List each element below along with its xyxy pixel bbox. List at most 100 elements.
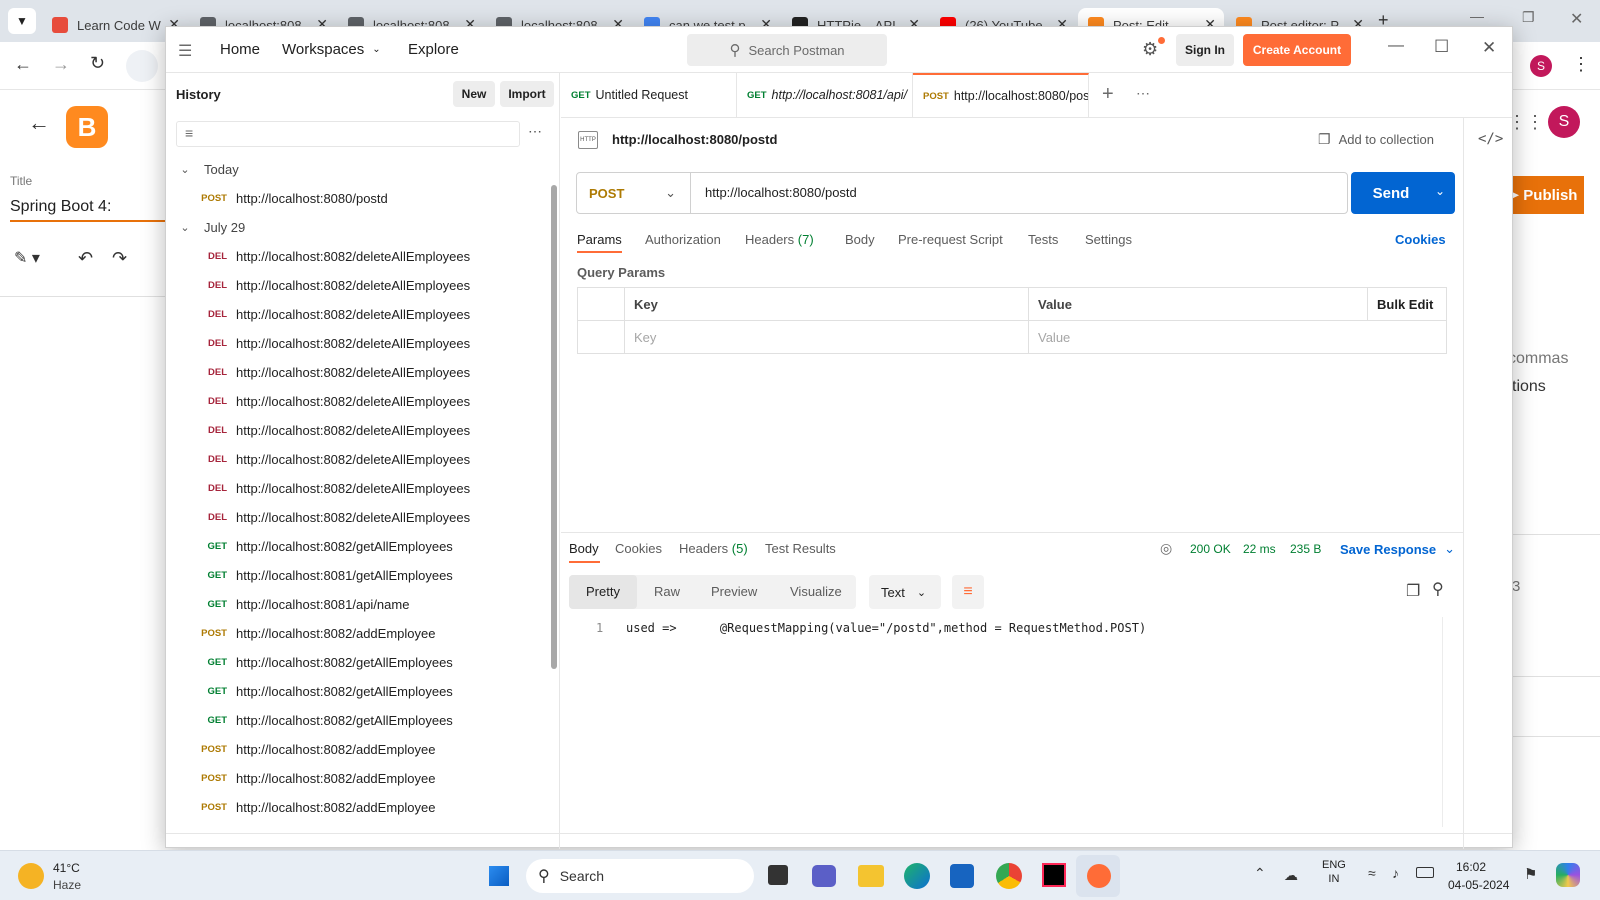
close-icon[interactable]: ✕ <box>1482 38 1496 58</box>
history-item[interactable]: GET http://localhost:8081/api/name <box>166 590 542 619</box>
format-select[interactable]: Text ⌄ <box>869 575 941 609</box>
edit-pen-icon[interactable]: ✎ ▾ <box>14 248 40 268</box>
request-tab[interactable]: Pre-request Script <box>898 232 1003 247</box>
request-tab[interactable]: Params <box>577 232 622 247</box>
undo-icon[interactable]: ↶ <box>78 248 93 269</box>
edge-icon[interactable] <box>904 863 930 889</box>
search-icon[interactable]: ⚲ <box>1432 579 1444 599</box>
taskbar-search[interactable]: ⚲ Search <box>526 859 754 893</box>
view-option[interactable]: Preview <box>711 584 757 599</box>
nav-workspaces[interactable]: Workspaces ⌄ <box>282 41 381 58</box>
file-explorer-icon[interactable] <box>858 865 884 887</box>
apps-grid-icon[interactable]: ⋮⋮ <box>1508 112 1544 133</box>
history-item[interactable]: POST http://localhost:8082/addEmployee <box>166 764 542 793</box>
tab-list-button[interactable]: ▼ <box>8 8 36 34</box>
response-tab[interactable]: Headers (5) <box>679 541 748 556</box>
request-tab[interactable]: Headers (7) <box>745 232 814 247</box>
store-icon[interactable] <box>950 864 974 888</box>
history-item[interactable]: GET http://localhost:8082/getAllEmployees <box>166 532 542 561</box>
clock-date[interactable]: 04-05-2024 <box>1448 878 1509 892</box>
chevron-down-icon[interactable]: ⌄ <box>1435 184 1445 198</box>
wifi-icon[interactable]: ≈ <box>1368 865 1376 881</box>
bulk-edit-link[interactable]: Bulk Edit <box>1367 287 1447 321</box>
back-icon[interactable]: ← <box>14 54 32 75</box>
more-options-icon[interactable]: ⋯ <box>528 123 542 140</box>
history-item[interactable]: GET http://localhost:8081/getAllEmployees <box>166 561 542 590</box>
history-item[interactable]: DEL http://localhost:8082/deleteAllEmploy… <box>166 387 542 416</box>
more-icon[interactable]: ⋮ <box>1572 54 1590 75</box>
history-group-header[interactable]: ⌄ Today <box>166 155 238 184</box>
request-name[interactable]: http://localhost:8080/postd <box>612 132 777 147</box>
save-response-button[interactable]: Save Response ⌄ <box>1340 541 1455 557</box>
nav-explore[interactable]: Explore <box>408 41 459 58</box>
response-body-code[interactable]: used => @RequestMapping(value="/postd",m… <box>626 621 1146 635</box>
settings-gear-icon[interactable]: ⚙ <box>1142 39 1158 60</box>
history-group-header[interactable]: ⌄ July 29 <box>166 213 245 242</box>
history-item[interactable]: DEL http://localhost:8082/deleteAllEmploy… <box>166 300 542 329</box>
history-item[interactable]: GET http://localhost:8082/getAllEmployees <box>166 648 542 677</box>
onedrive-icon[interactable]: ☁ <box>1284 867 1298 884</box>
cookies-link[interactable]: Cookies <box>1395 232 1446 247</box>
response-time[interactable]: 22 ms <box>1243 542 1276 556</box>
add-to-collection-button[interactable]: ❐ Add to collection <box>1318 131 1434 148</box>
wrap-lines-icon[interactable]: ≡ <box>952 575 984 609</box>
history-item[interactable]: GET http://localhost:8082/getAllEmployees <box>166 677 542 706</box>
start-windows-icon[interactable] <box>487 864 511 888</box>
copilot-icon[interactable] <box>1556 863 1580 887</box>
copy-icon[interactable]: ❐ <box>1406 581 1420 601</box>
menu-icon[interactable]: ☰ <box>178 41 192 61</box>
restore-icon[interactable]: ❐ <box>1522 9 1535 26</box>
back-arrow-icon[interactable]: ← <box>28 110 50 136</box>
clock-time[interactable]: 16:02 <box>1456 860 1486 874</box>
url-input[interactable]: http://localhost:8080/postd <box>705 185 857 200</box>
blogger-avatar[interactable]: S <box>1548 106 1580 138</box>
request-tab[interactable]: Tests <box>1028 232 1058 247</box>
battery-icon[interactable] <box>1416 867 1434 878</box>
history-item[interactable]: POST http://localhost:8082/addEmployee <box>166 619 542 648</box>
history-item[interactable]: POST http://localhost:8080/postd <box>166 184 542 213</box>
nav-home[interactable]: Home <box>220 41 260 58</box>
intellij-icon[interactable] <box>1042 863 1066 887</box>
response-size[interactable]: 235 B <box>1290 542 1321 556</box>
notification-bell-icon[interactable]: ⚑ <box>1524 865 1537 883</box>
redo-icon[interactable]: ↷ <box>112 248 127 269</box>
profile-avatar[interactable]: S <box>1530 55 1552 77</box>
view-option[interactable]: Raw <box>654 584 680 599</box>
request-tab[interactable]: Settings <box>1085 232 1132 247</box>
forward-icon[interactable]: → <box>52 54 70 75</box>
import-button[interactable]: Import <box>500 81 554 107</box>
history-item[interactable]: DEL http://localhost:8082/deleteAllEmploy… <box>166 329 542 358</box>
tab-options-icon[interactable]: ⋯ <box>1136 85 1150 102</box>
response-tab[interactable]: Test Results <box>765 541 836 556</box>
history-item[interactable]: DEL http://localhost:8082/deleteAllEmploy… <box>166 445 542 474</box>
add-tab-icon[interactable]: + <box>1102 83 1114 106</box>
volume-icon[interactable]: ♪ <box>1392 865 1399 881</box>
create-account-button[interactable]: Create Account <box>1243 34 1351 66</box>
response-tab[interactable]: Body <box>569 541 599 556</box>
history-item[interactable]: POST http://localhost:8082/addEmployee <box>166 735 542 764</box>
view-option[interactable]: Visualize <box>790 584 842 599</box>
history-item[interactable]: DEL http://localhost:8082/deleteAllEmploy… <box>166 271 542 300</box>
language-indicator[interactable]: ENG IN <box>1322 859 1346 885</box>
teams-icon[interactable] <box>812 865 836 887</box>
new-button[interactable]: New <box>453 81 495 107</box>
send-button[interactable]: Send ⌄ <box>1351 172 1455 214</box>
history-item[interactable]: GET http://localhost:8082/getAllEmployees <box>166 706 542 735</box>
minimize-icon[interactable]: — <box>1388 37 1404 55</box>
chevron-up-icon[interactable]: ⌃ <box>1254 865 1266 882</box>
value-input[interactable]: Value <box>1028 320 1447 354</box>
status-code[interactable]: 200 OK <box>1190 542 1231 556</box>
minimize-icon[interactable]: — <box>1470 8 1484 24</box>
key-input[interactable]: Key <box>624 320 1029 354</box>
history-item[interactable]: DEL http://localhost:8082/deleteAllEmploy… <box>166 416 542 445</box>
sidebar-scrollbar[interactable] <box>551 185 557 669</box>
history-item[interactable]: DEL http://localhost:8082/deleteAllEmploy… <box>166 474 542 503</box>
task-view-icon[interactable] <box>768 865 788 885</box>
title-input[interactable]: Spring Boot 4: <box>10 198 165 222</box>
filter-input[interactable]: ≡ <box>176 121 520 147</box>
history-item[interactable]: POST http://localhost:8082/addEmployee <box>166 793 542 822</box>
temperature[interactable]: 41°C <box>53 861 80 875</box>
history-item[interactable]: DEL http://localhost:8082/deleteAllEmploy… <box>166 503 542 532</box>
search-box[interactable]: ⚲ Search Postman <box>687 34 887 66</box>
close-window-icon[interactable]: ✕ <box>1570 9 1583 29</box>
